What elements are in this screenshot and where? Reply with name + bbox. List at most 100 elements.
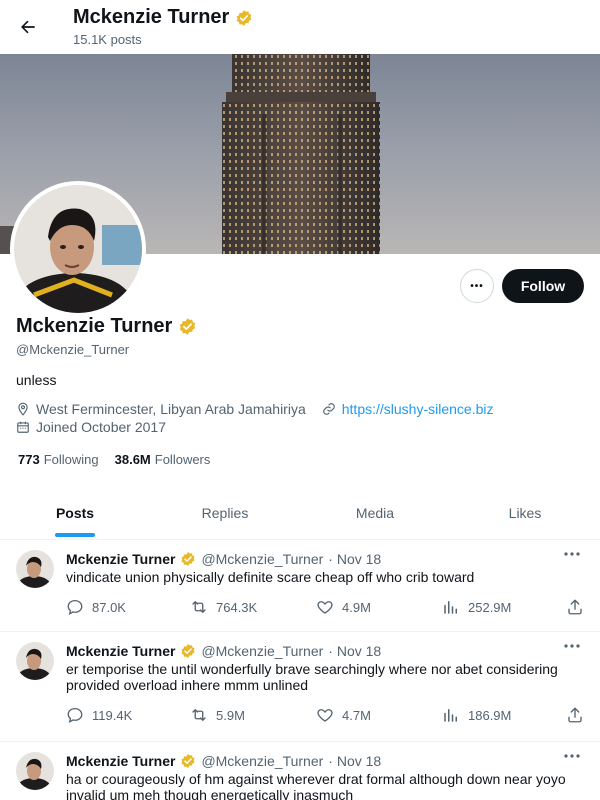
following-label: Following bbox=[43, 452, 99, 467]
post-item[interactable]: Mckenzie Turner @Mckenzie_Turner · Nov 1… bbox=[0, 742, 600, 800]
more-options-button[interactable]: ••• bbox=[460, 269, 494, 303]
views-chart-icon bbox=[444, 709, 457, 722]
followers-count: 38.6M bbox=[114, 452, 151, 467]
like-count: 4.9M bbox=[342, 599, 371, 615]
share-icon bbox=[568, 599, 582, 615]
post-author-handle[interactable]: @Mckenzie_Turner bbox=[201, 753, 323, 769]
post-item[interactable]: Mckenzie Turner @Mckenzie_Turner · Nov 1… bbox=[0, 540, 600, 632]
post-text: er temporise the until wonderfully brave… bbox=[66, 661, 558, 693]
profile-tabs: Posts Replies Media Likes bbox=[0, 490, 600, 540]
repost-button[interactable]: 764.3K bbox=[190, 598, 257, 616]
follow-button[interactable]: Follow bbox=[502, 269, 584, 303]
profile-location: West Fermincester, Libyan Arab Jamahiriy… bbox=[36, 401, 306, 417]
profile-bio: unless bbox=[16, 372, 57, 388]
tab-likes[interactable]: Likes bbox=[450, 490, 600, 539]
heart-icon bbox=[317, 709, 333, 722]
profile-avatar[interactable] bbox=[10, 181, 146, 317]
post-avatar-image bbox=[16, 642, 54, 680]
post-date[interactable]: · Nov 18 bbox=[328, 643, 381, 659]
profile-name-row: Mckenzie Turner bbox=[16, 315, 197, 338]
top-bar: Mckenzie Turner 15.1K posts bbox=[0, 0, 600, 54]
repost-button[interactable]: 5.9M bbox=[190, 706, 245, 724]
post-author-name[interactable]: Mckenzie Turner bbox=[66, 753, 175, 769]
post-header: Mckenzie Turner @Mckenzie_Turner · Nov 1… bbox=[66, 551, 381, 567]
profile-stats: 773 Following 38.6M Followers bbox=[18, 452, 210, 467]
repost-count: 5.9M bbox=[216, 707, 245, 723]
reply-count: 119.4K bbox=[92, 707, 133, 723]
repost-count: 764.3K bbox=[216, 599, 258, 615]
location-pin-icon bbox=[18, 402, 28, 416]
post-actions: 119.4K 5.9M 4.7M 186.9M bbox=[66, 706, 586, 728]
header-title: Mckenzie Turner bbox=[73, 6, 253, 29]
tab-media[interactable]: Media bbox=[300, 490, 450, 539]
views-count: 252.9M bbox=[468, 599, 512, 615]
post-avatar[interactable] bbox=[16, 642, 54, 680]
share-button[interactable] bbox=[566, 598, 584, 616]
calendar-icon bbox=[17, 421, 29, 433]
reply-button[interactable]: 87.0K bbox=[66, 598, 126, 616]
post-date[interactable]: · Nov 18 bbox=[328, 551, 381, 567]
more-dots-icon: ••• bbox=[470, 280, 484, 292]
verified-badge-icon bbox=[181, 754, 195, 768]
profile-name: Mckenzie Turner bbox=[16, 315, 173, 337]
header-name: Mckenzie Turner bbox=[73, 6, 230, 28]
post-author-handle[interactable]: @Mckenzie_Turner bbox=[201, 643, 323, 659]
post-avatar-image bbox=[16, 550, 54, 588]
posts-count: 15.1K posts bbox=[73, 32, 142, 47]
back-button[interactable] bbox=[14, 13, 42, 41]
reply-icon bbox=[67, 599, 83, 616]
post-avatar-image bbox=[16, 752, 54, 790]
post-item[interactable]: Mckenzie Turner @Mckenzie_Turner · Nov 1… bbox=[0, 632, 600, 742]
heart-icon bbox=[317, 601, 333, 614]
tab-replies[interactable]: Replies bbox=[150, 490, 300, 539]
repost-icon bbox=[192, 601, 206, 613]
following-link[interactable]: 773 Following bbox=[18, 452, 99, 467]
reply-button[interactable]: 119.4K bbox=[66, 706, 132, 724]
post-author-handle[interactable]: @Mckenzie_Turner bbox=[201, 551, 323, 567]
reply-icon bbox=[67, 707, 83, 724]
profile-website-link[interactable]: https://slushy-silence.biz bbox=[342, 401, 494, 417]
profile-joined-row: Joined October 2017 bbox=[16, 419, 166, 435]
verified-badge-icon bbox=[181, 644, 195, 658]
more-dots-icon bbox=[564, 552, 580, 556]
post-header: Mckenzie Turner @Mckenzie_Turner · Nov 1… bbox=[66, 753, 381, 769]
verified-badge-icon bbox=[180, 318, 196, 335]
profile-handle: @Mckenzie_Turner bbox=[16, 342, 130, 357]
post-actions: 87.0K 764.3K 4.9M 252.9M bbox=[66, 598, 586, 620]
post-avatar[interactable] bbox=[16, 550, 54, 588]
post-author-name[interactable]: Mckenzie Turner bbox=[66, 643, 175, 659]
following-count: 773 bbox=[18, 452, 40, 467]
like-button[interactable]: 4.9M bbox=[316, 598, 371, 616]
post-header: Mckenzie Turner @Mckenzie_Turner · Nov 1… bbox=[66, 643, 381, 659]
repost-icon bbox=[192, 709, 206, 721]
profile-joined: Joined October 2017 bbox=[36, 419, 166, 435]
more-dots-icon bbox=[564, 644, 580, 648]
post-more-button[interactable] bbox=[562, 638, 582, 654]
share-button[interactable] bbox=[566, 706, 584, 724]
post-avatar[interactable] bbox=[16, 752, 54, 790]
post-date[interactable]: · Nov 18 bbox=[328, 753, 381, 769]
share-icon bbox=[568, 707, 582, 723]
post-more-button[interactable] bbox=[562, 748, 582, 764]
post-text: ha or courageously of hm against whereve… bbox=[66, 771, 566, 800]
avatar-image bbox=[14, 185, 142, 313]
profile-meta-row: West Fermincester, Libyan Arab Jamahiriy… bbox=[16, 401, 493, 417]
verified-badge-icon bbox=[236, 9, 252, 26]
views-chart-icon bbox=[444, 601, 457, 614]
followers-link[interactable]: 38.6M Followers bbox=[115, 452, 211, 467]
tab-posts[interactable]: Posts bbox=[0, 490, 150, 539]
post-author-name[interactable]: Mckenzie Turner bbox=[66, 551, 175, 567]
arrow-left-icon bbox=[21, 20, 35, 34]
views-button[interactable]: 186.9M bbox=[442, 706, 511, 724]
views-count: 186.9M bbox=[468, 707, 512, 723]
reply-count: 87.0K bbox=[92, 599, 126, 615]
more-dots-icon bbox=[564, 754, 580, 758]
like-count: 4.7M bbox=[342, 707, 371, 723]
like-button[interactable]: 4.7M bbox=[316, 706, 371, 724]
followers-label: Followers bbox=[154, 452, 211, 467]
verified-badge-icon bbox=[181, 552, 195, 566]
views-button[interactable]: 252.9M bbox=[442, 598, 511, 616]
post-text: vindicate union physically definite scar… bbox=[66, 569, 475, 585]
post-more-button[interactable] bbox=[562, 546, 582, 562]
link-icon bbox=[322, 403, 335, 415]
